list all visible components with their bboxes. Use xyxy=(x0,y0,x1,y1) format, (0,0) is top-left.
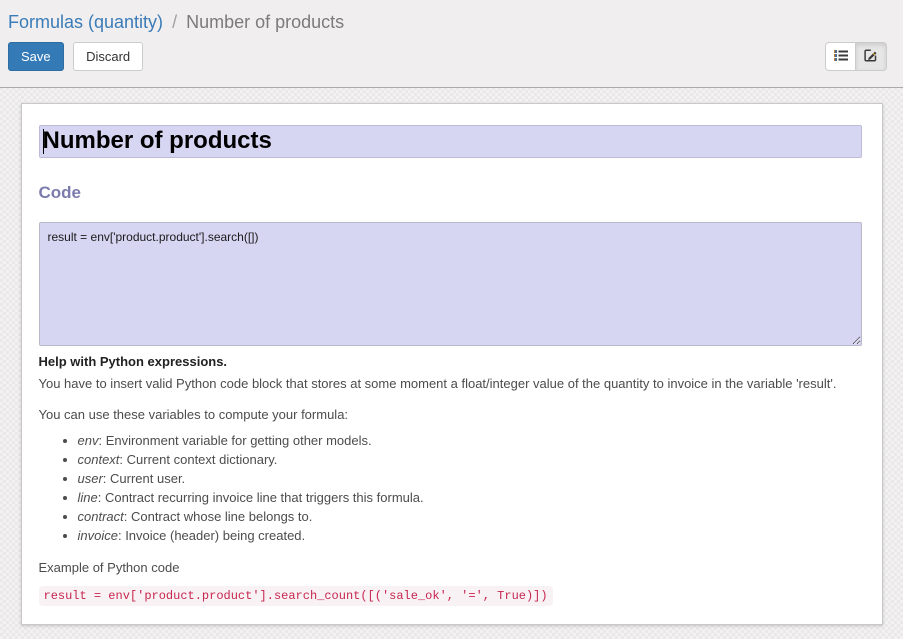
breadcrumb: Formulas (quantity) / Number of products xyxy=(8,11,887,33)
form-view-button[interactable] xyxy=(856,42,887,71)
variables-intro-text: You can use these variables to compute y… xyxy=(39,406,862,423)
list-icon xyxy=(833,47,849,66)
variable-description: : Current user. xyxy=(103,471,185,486)
control-panel: Formulas (quantity) / Number of products… xyxy=(0,0,903,88)
edit-pencil-icon xyxy=(863,47,879,66)
python-help-block: Help with Python expressions. You have t… xyxy=(39,352,862,606)
form-sheet: Code result = env['product.product'].sea… xyxy=(21,103,883,625)
variable-description: : Contract whose line belongs to. xyxy=(124,509,313,524)
list-item: context: Current context dictionary. xyxy=(78,452,862,467)
breadcrumb-current: Number of products xyxy=(186,12,344,32)
variable-description: : Current context dictionary. xyxy=(119,452,277,467)
discard-button[interactable]: Discard xyxy=(73,42,143,71)
variable-term: line xyxy=(78,490,98,505)
variable-term: contract xyxy=(78,509,124,524)
variable-term: context xyxy=(78,452,120,467)
list-view-button[interactable] xyxy=(825,42,856,71)
code-textarea[interactable]: result = env['product.product'].search([… xyxy=(39,222,862,346)
help-heading: Help with Python expressions. xyxy=(39,352,862,372)
variables-list: env: Environment variable for getting ot… xyxy=(39,433,862,543)
list-item: invoice: Invoice (header) being created. xyxy=(78,528,862,543)
variable-description: : Invoice (header) being created. xyxy=(118,528,305,543)
variable-term: env xyxy=(78,433,99,448)
help-intro-text: You have to insert valid Python code blo… xyxy=(39,375,862,392)
list-item: line: Contract recurring invoice line th… xyxy=(78,490,862,505)
variable-description: : Contract recurring invoice line that t… xyxy=(98,490,424,505)
form-view: Code result = env['product.product'].sea… xyxy=(0,88,903,625)
list-item: contract: Contract whose line belongs to… xyxy=(78,509,862,524)
save-button[interactable]: Save xyxy=(8,42,64,71)
code-section-heading: Code xyxy=(39,183,862,203)
record-title-input[interactable] xyxy=(39,125,862,158)
list-item: env: Environment variable for getting ot… xyxy=(78,433,862,448)
variable-term: user xyxy=(78,471,103,486)
variable-description: : Environment variable for getting other… xyxy=(98,433,371,448)
breadcrumb-parent-link[interactable]: Formulas (quantity) xyxy=(8,12,163,32)
text-cursor xyxy=(43,129,44,154)
record-title-field-wrap xyxy=(39,125,862,158)
form-buttons: Save Discard xyxy=(8,42,143,71)
view-switcher xyxy=(825,42,887,71)
variable-term: invoice xyxy=(78,528,118,543)
list-item: user: Current user. xyxy=(78,471,862,486)
breadcrumb-separator: / xyxy=(172,12,177,32)
example-code-snippet: result = env['product.product'].search_c… xyxy=(39,586,553,606)
example-label: Example of Python code xyxy=(39,559,862,576)
